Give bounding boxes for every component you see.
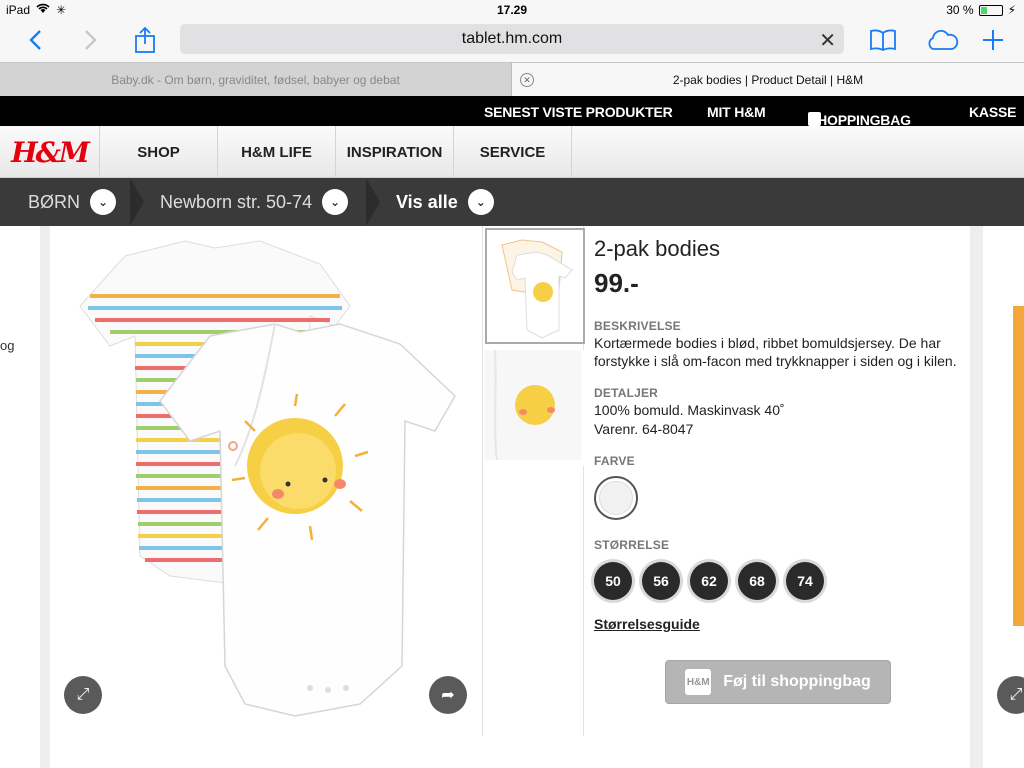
- close-tab-icon[interactable]: ✕: [520, 73, 534, 87]
- breadcrumb-separator: [366, 178, 380, 226]
- tab-title: Baby.dk - Om børn, graviditet, fødsel, b…: [111, 73, 400, 87]
- browser-toolbar: tablet.hm.com ✕: [0, 20, 1024, 62]
- fullscreen-button[interactable]: ⤢: [64, 676, 102, 714]
- main-navigation: H&M SHOP H&M LIFE INSPIRATION SERVICE: [0, 126, 1024, 178]
- url-text: tablet.hm.com: [461, 30, 563, 47]
- chevron-down-icon[interactable]: ⌄: [90, 189, 117, 215]
- color-label: FARVE: [594, 454, 635, 468]
- nav-inspiration[interactable]: INSPIRATION: [336, 126, 454, 178]
- details-article-number: Varenr. 64-8047: [594, 421, 694, 437]
- thumbnail-strip: [482, 226, 585, 736]
- clock: 17.29: [496, 3, 528, 17]
- new-tab-button[interactable]: [978, 25, 1008, 55]
- my-hm-link[interactable]: MIT H&M: [707, 104, 766, 120]
- account-bar: SENEST VISTE PRODUKTER MIT H&M SHOPPINGB…: [0, 96, 1024, 128]
- checkout-link[interactable]: KASSE: [969, 104, 1016, 120]
- product-title: 2-pak bodies: [594, 236, 720, 261]
- battery-percent: 30 %: [946, 3, 974, 17]
- recently-viewed-link[interactable]: SENEST VISTE PRODUKTER: [484, 104, 673, 120]
- product-info: 2-pak bodies 99.- BESKRIVELSE Kortærmede…: [594, 236, 964, 632]
- size-option-56[interactable]: 56: [642, 562, 680, 600]
- add-to-bag-button[interactable]: H&M Føj til shoppingbag: [665, 660, 891, 704]
- address-bar[interactable]: tablet.hm.com ✕: [180, 24, 844, 54]
- breadcrumb-separator: [130, 178, 144, 226]
- nav-service[interactable]: SERVICE: [454, 126, 572, 178]
- icloud-tabs-button[interactable]: [924, 25, 960, 55]
- details-material: 100% bomuld. Maskinvask 40˚: [594, 402, 785, 418]
- charging-icon: ⚡: [1007, 3, 1016, 17]
- expand-icon: ⤢: [1009, 686, 1023, 703]
- thumbnail-detail[interactable]: [485, 349, 585, 466]
- forward-button[interactable]: [76, 25, 106, 55]
- chevron-down-icon[interactable]: ⌄: [322, 189, 349, 215]
- product-price: 99.-: [594, 268, 639, 298]
- next-fullscreen-button[interactable]: ⤢: [997, 676, 1024, 714]
- thumbnail-image: [485, 349, 581, 461]
- size-guide-link[interactable]: Størrelsesguide: [594, 616, 964, 632]
- breadcrumb-show-all[interactable]: Vis alle ⌄: [396, 178, 494, 226]
- size-option-62[interactable]: 62: [690, 562, 728, 600]
- details-label: DETALJER: [594, 386, 659, 400]
- shopping-bag-icon: H&M: [685, 669, 712, 695]
- next-product-image-edge: [1013, 306, 1024, 626]
- content-area: og ⤢ ➦ 2-pak bodies 99.- BESKRIVELSE Kor…: [0, 226, 1024, 768]
- thumbnail-front[interactable]: [485, 228, 585, 344]
- size-option-68[interactable]: 68: [738, 562, 776, 600]
- breadcrumb-newborn[interactable]: Newborn str. 50-74 ⌄: [160, 178, 349, 226]
- nav-shop[interactable]: SHOP: [100, 126, 218, 178]
- back-button[interactable]: [20, 25, 50, 55]
- tab-bar: Baby.dk - Om børn, graviditet, fødsel, b…: [0, 62, 1024, 97]
- share-icon: ➦: [441, 687, 455, 704]
- share-button[interactable]: [130, 25, 160, 55]
- add-to-bag-label: Føj til shoppingbag: [723, 673, 871, 690]
- breadcrumb: BØRN ⌄ Newborn str. 50-74 ⌄ Vis alle ⌄: [0, 178, 1024, 226]
- tab-babydk[interactable]: Baby.dk - Om børn, graviditet, fødsel, b…: [0, 63, 512, 97]
- size-option-74[interactable]: 74: [786, 562, 824, 600]
- bookmarks-button[interactable]: [868, 25, 898, 55]
- battery-icon: [978, 4, 1003, 16]
- clear-url-icon[interactable]: ✕: [819, 28, 836, 53]
- tab-hm-product[interactable]: ✕ 2-pak bodies | Product Detail | H&M: [512, 63, 1024, 97]
- breadcrumb-children[interactable]: BØRN ⌄: [28, 178, 117, 226]
- color-swatch-white[interactable]: [594, 476, 638, 520]
- description-text: Kortærmede bodies i blød, ribbet bomulds…: [594, 335, 957, 369]
- product-main-image[interactable]: [50, 226, 480, 726]
- previous-product-peek[interactable]: og: [0, 226, 40, 768]
- size-option-50[interactable]: 50: [594, 562, 632, 600]
- share-product-button[interactable]: ➦: [429, 676, 467, 714]
- description-label: BESKRIVELSE: [594, 319, 681, 333]
- chevron-down-icon[interactable]: ⌄: [467, 189, 494, 215]
- nav-hm-life[interactable]: H&M LIFE: [218, 126, 336, 178]
- size-label: STØRRELSE: [594, 538, 670, 552]
- status-bar: iPad ✳ 17.29 30 % ⚡: [0, 0, 1024, 20]
- expand-icon: ⤢: [76, 686, 90, 703]
- size-options: 50 56 62 68 74: [594, 562, 964, 600]
- product-panel: ⤢ ➦ 2-pak bodies 99.- BESKRIVELSE Kortær…: [50, 226, 970, 768]
- hm-logo[interactable]: H&M: [0, 126, 100, 178]
- tab-title: 2-pak bodies | Product Detail | H&M: [672, 73, 864, 87]
- thumbnail-image: [501, 239, 573, 339]
- next-product-peek[interactable]: ⤢: [983, 226, 1024, 768]
